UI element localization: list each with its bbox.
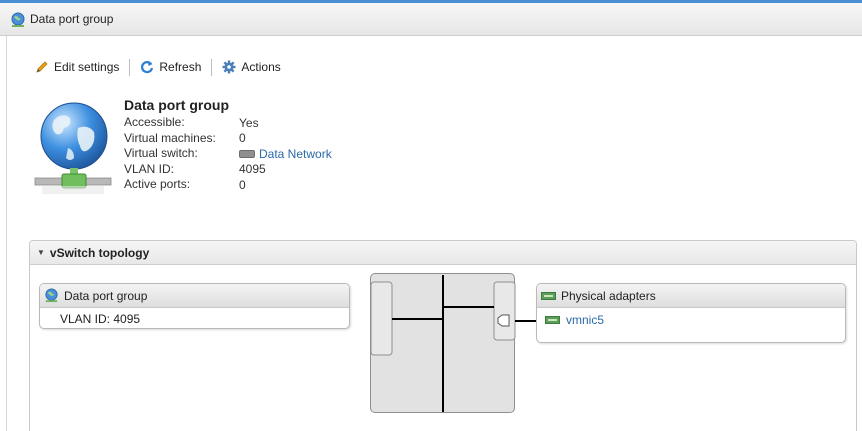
topology-title: vSwitch topology xyxy=(49,245,150,260)
actions-button[interactable]: Actions xyxy=(222,60,281,74)
portgroup-box-header: Data port group xyxy=(40,284,349,308)
vswitch-diagram xyxy=(370,273,516,413)
panel-divider xyxy=(6,36,7,431)
portgroup-vlan-row: VLAN ID: 4095 xyxy=(40,308,349,326)
portgroup-globe-icon xyxy=(45,288,58,303)
network-globe-icon xyxy=(34,102,112,194)
pencil-icon xyxy=(36,61,48,73)
toolbar: Edit settings Refresh Actions xyxy=(35,58,281,76)
physical-adapters-header: Physical adapters xyxy=(537,284,845,308)
virtual-machines-value: 0 xyxy=(239,131,246,146)
virtual-machines-label: Virtual machines: xyxy=(124,130,216,145)
virtual-switch-label: Virtual switch: xyxy=(124,146,198,160)
property-row: Active ports: 0 xyxy=(124,177,332,193)
nic-icon xyxy=(541,291,556,300)
virtual-switch-icon xyxy=(239,149,255,158)
portgroup-globe-icon xyxy=(11,12,25,27)
collapse-caret-icon[interactable]: ▼ xyxy=(37,248,45,257)
gear-icon xyxy=(222,60,236,74)
accessible-value: Yes xyxy=(239,115,259,130)
vswitch-wiring xyxy=(370,275,516,412)
property-row: Virtual machines: 0 xyxy=(124,131,332,147)
active-ports-value: 0 xyxy=(239,177,246,192)
topology-header[interactable]: ▼ vSwitch topology xyxy=(30,241,856,265)
window-title-bar: Data port group xyxy=(0,0,862,36)
property-row: VLAN ID: 4095 xyxy=(124,162,332,178)
toolbar-separator xyxy=(211,58,213,76)
toolbar-separator xyxy=(129,58,131,76)
property-row: Accessible: Yes xyxy=(124,115,332,131)
edit-settings-label: Edit settings xyxy=(54,60,120,74)
refresh-button[interactable]: Refresh xyxy=(140,60,201,74)
nic-icon xyxy=(545,316,560,324)
portgroup-box[interactable]: Data port group VLAN ID: 4095 xyxy=(39,283,350,329)
portgroup-box-title: Data port group xyxy=(64,288,148,303)
virtual-switch-link[interactable]: Data Network xyxy=(259,147,332,161)
physical-adapters-box[interactable]: Physical adapters vmnic5 xyxy=(536,283,846,343)
vlan-id-label: VLAN ID: xyxy=(124,161,175,176)
adapter-row[interactable]: vmnic5 xyxy=(537,308,845,327)
vlan-id-value: 4095 xyxy=(239,162,266,177)
virtual-switch-value[interactable]: Data Network xyxy=(239,146,332,162)
uplink-line xyxy=(515,320,537,322)
property-row: Virtual switch: Data Network xyxy=(124,146,332,162)
adapter-link[interactable]: vmnic5 xyxy=(566,313,604,327)
accessible-label: Accessible: xyxy=(124,115,185,129)
active-ports-label: Active ports: xyxy=(124,177,191,191)
physical-adapters-title: Physical adapters xyxy=(561,288,656,303)
actions-label: Actions xyxy=(241,60,281,74)
window-title: Data port group xyxy=(30,12,114,26)
summary-heading: Data port group xyxy=(124,97,229,113)
edit-settings-button[interactable]: Edit settings xyxy=(35,60,119,74)
refresh-label: Refresh xyxy=(159,60,202,74)
portgroup-vlan-text: VLAN ID: 4095 xyxy=(60,312,141,326)
port-group-window: Data port group Edit settings Refresh Ac… xyxy=(0,0,862,431)
refresh-icon xyxy=(141,61,154,74)
portgroup-summary: Data port group Accessible: Yes Virtual … xyxy=(124,97,332,193)
